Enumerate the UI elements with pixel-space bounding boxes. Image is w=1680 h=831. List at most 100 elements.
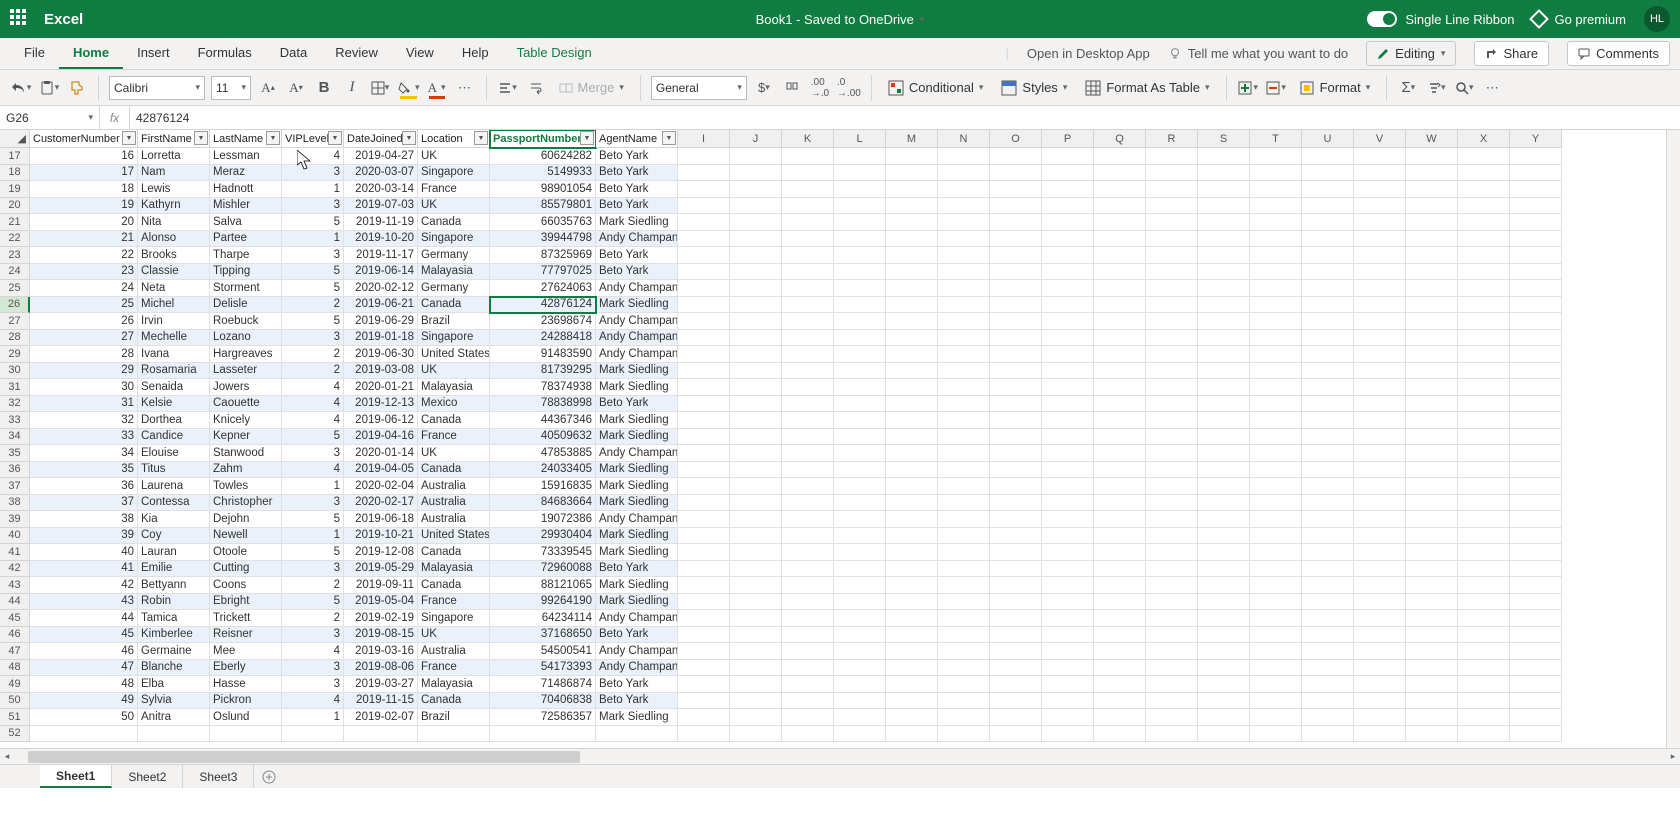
cell-empty[interactable] <box>1146 528 1198 545</box>
cell-empty[interactable] <box>1406 544 1458 561</box>
cell-37-datejoined[interactable]: 2020-02-04 <box>344 478 418 495</box>
row-header-48[interactable]: 48 <box>0 660 30 677</box>
cell-empty[interactable] <box>834 561 886 578</box>
cell-18-agentname[interactable]: Beto Yark <box>596 165 678 182</box>
cell-33-viplevel[interactable]: 4 <box>282 412 344 429</box>
format-cells-button[interactable]: Format▾ <box>1293 75 1377 101</box>
cell-30-agentname[interactable]: Mark Siedling <box>596 363 678 380</box>
cell-44-firstname[interactable]: Robin <box>138 594 210 611</box>
cell-22-firstname[interactable]: Alonso <box>138 231 210 248</box>
cell-empty[interactable] <box>886 561 938 578</box>
cell-empty[interactable] <box>938 544 990 561</box>
cell-empty[interactable] <box>834 313 886 330</box>
cell-22-lastname[interactable]: Partee <box>210 231 282 248</box>
cell-19-location[interactable]: France <box>418 181 490 198</box>
cell-empty[interactable] <box>1406 330 1458 347</box>
document-title[interactable]: Book1 - Saved to OneDrive ▾ <box>756 12 925 27</box>
column-header-X[interactable]: X <box>1458 130 1510 148</box>
cell-48-passportnumber[interactable]: 54173393 <box>490 660 596 677</box>
row-header-39[interactable]: 39 <box>0 511 30 528</box>
cell-empty[interactable] <box>938 610 990 627</box>
delete-cells-button[interactable]: ▾ <box>1265 75 1287 101</box>
cell-34-lastname[interactable]: Kepner <box>210 429 282 446</box>
cell-empty[interactable] <box>1198 346 1250 363</box>
cell-empty[interactable] <box>1146 610 1198 627</box>
cell-empty[interactable] <box>1302 363 1354 380</box>
cell-17-viplevel[interactable]: 4 <box>282 148 344 165</box>
cell-empty[interactable] <box>678 198 730 215</box>
cell-empty[interactable] <box>1042 181 1094 198</box>
paste-button[interactable]: ▾ <box>38 75 60 101</box>
app-launcher-icon[interactable] <box>10 9 30 29</box>
cell-42-viplevel[interactable]: 3 <box>282 561 344 578</box>
cell-empty[interactable] <box>1354 462 1406 479</box>
ribbon-tab-formulas[interactable]: Formulas <box>184 38 266 69</box>
cell-empty[interactable] <box>990 726 1042 743</box>
cell-empty[interactable] <box>1094 198 1146 215</box>
cell-empty[interactable] <box>782 610 834 627</box>
cell-empty[interactable] <box>782 693 834 710</box>
cell-empty[interactable] <box>1406 676 1458 693</box>
cell-empty[interactable] <box>1250 198 1302 215</box>
cell-empty[interactable] <box>730 330 782 347</box>
cell-45-location[interactable]: Singapore <box>418 610 490 627</box>
row-header-19[interactable]: 19 <box>0 181 30 198</box>
ribbon-tab-file[interactable]: File <box>10 38 59 69</box>
cell-19-datejoined[interactable]: 2020-03-14 <box>344 181 418 198</box>
cell-empty[interactable] <box>1146 379 1198 396</box>
cell-empty[interactable] <box>1250 264 1302 281</box>
cell-empty[interactable] <box>1198 280 1250 297</box>
cell-23-passportnumber[interactable]: 87325969 <box>490 247 596 264</box>
cell-32-lastname[interactable]: Caouette <box>210 396 282 413</box>
cell-empty[interactable] <box>1198 528 1250 545</box>
row-header-26[interactable]: 26 <box>0 297 30 314</box>
table-header-viplevel[interactable]: VIPLevel▼ <box>282 130 344 148</box>
cell-20-lastname[interactable]: Mishler <box>210 198 282 215</box>
cell-empty[interactable] <box>1302 330 1354 347</box>
cell-empty[interactable] <box>1510 231 1562 248</box>
cell-empty[interactable] <box>1406 363 1458 380</box>
cell-empty[interactable] <box>1510 198 1562 215</box>
cell-empty[interactable] <box>1094 676 1146 693</box>
cell-empty[interactable] <box>1042 627 1094 644</box>
cell-empty[interactable] <box>678 726 730 743</box>
cell-45-viplevel[interactable]: 2 <box>282 610 344 627</box>
cell-empty[interactable] <box>1302 726 1354 743</box>
cell-26-customernumber[interactable]: 25 <box>30 297 138 314</box>
cell-empty[interactable] <box>1302 412 1354 429</box>
cell-empty[interactable] <box>1146 511 1198 528</box>
cell-41-passportnumber[interactable]: 73339545 <box>490 544 596 561</box>
cell-empty[interactable] <box>678 643 730 660</box>
cell-38-viplevel[interactable]: 3 <box>282 495 344 512</box>
cell-34-viplevel[interactable]: 5 <box>282 429 344 446</box>
filter-dropdown-icon[interactable]: ▼ <box>328 131 342 145</box>
cell-20-agentname[interactable]: Beto Yark <box>596 198 678 215</box>
cell-27-datejoined[interactable]: 2019-06-29 <box>344 313 418 330</box>
row-header-36[interactable]: 36 <box>0 462 30 479</box>
grow-font-button[interactable]: A▴ <box>257 75 279 101</box>
cell-48-viplevel[interactable]: 3 <box>282 660 344 677</box>
cell-empty[interactable] <box>678 577 730 594</box>
cell-empty[interactable] <box>730 396 782 413</box>
cell-empty[interactable] <box>678 297 730 314</box>
cell-empty[interactable] <box>1302 627 1354 644</box>
cell-empty[interactable] <box>1146 660 1198 677</box>
cell-43-datejoined[interactable]: 2019-09-11 <box>344 577 418 594</box>
column-header-K[interactable]: K <box>782 130 834 148</box>
cell-empty[interactable] <box>1510 478 1562 495</box>
cell-39-firstname[interactable]: Kia <box>138 511 210 528</box>
cell-empty[interactable] <box>1250 412 1302 429</box>
cell-empty[interactable] <box>990 478 1042 495</box>
format-as-table-button[interactable]: Format As Table▾ <box>1079 75 1215 101</box>
cell-51-customernumber[interactable]: 50 <box>30 709 138 726</box>
cell-empty[interactable] <box>782 577 834 594</box>
cell-37-agentname[interactable]: Mark Siedling <box>596 478 678 495</box>
cell-45-passportnumber[interactable]: 64234114 <box>490 610 596 627</box>
cell-empty[interactable] <box>1094 396 1146 413</box>
row-header-44[interactable]: 44 <box>0 594 30 611</box>
cell-empty[interactable] <box>1094 429 1146 446</box>
cell-empty[interactable] <box>938 363 990 380</box>
cell-31-agentname[interactable]: Mark Siedling <box>596 379 678 396</box>
cell-empty[interactable] <box>886 528 938 545</box>
cell-empty[interactable] <box>782 676 834 693</box>
